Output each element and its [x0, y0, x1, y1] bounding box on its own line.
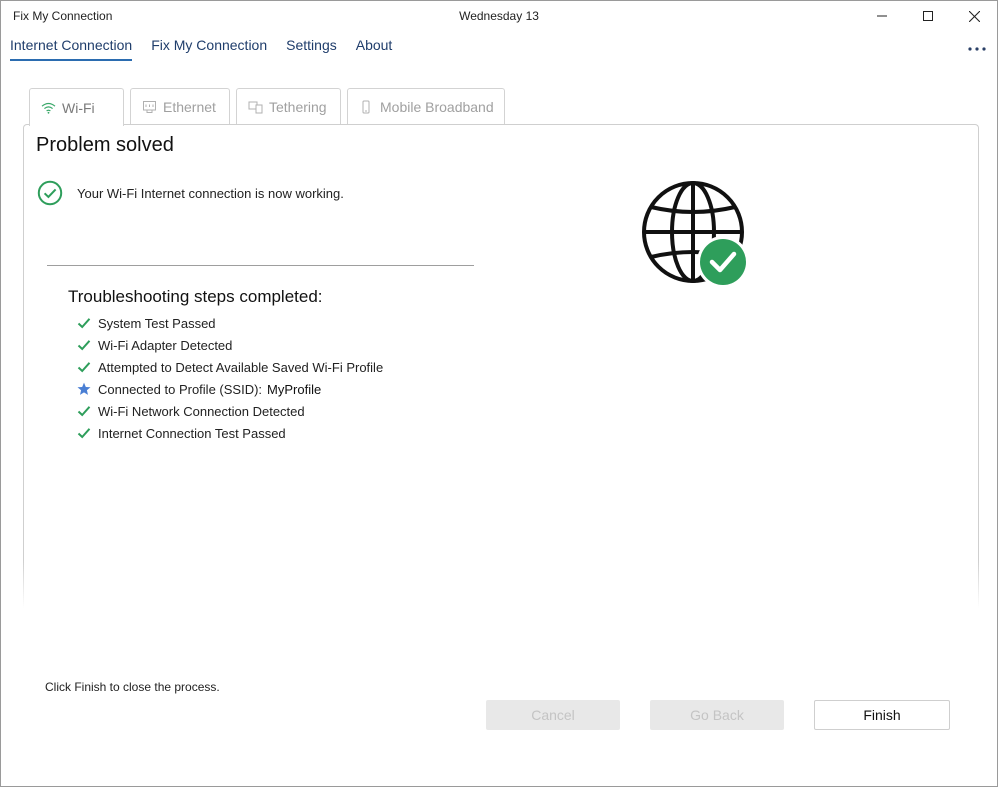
wifi-icon [40, 100, 56, 116]
step-item: Connected to Profile (SSID): MyProfile [76, 378, 383, 400]
cancel-button[interactable]: Cancel [486, 700, 620, 730]
main-nav: Internet Connection Fix My Connection Se… [10, 37, 392, 61]
tethering-icon [247, 99, 263, 115]
step-label: Wi-Fi Network Connection Detected [98, 403, 305, 419]
step-item: Wi-Fi Network Connection Detected [76, 400, 383, 422]
step-item: Internet Connection Test Passed [76, 422, 383, 444]
maximize-icon [923, 11, 933, 21]
check-circle-icon [37, 180, 63, 206]
tab-mobile-broadband[interactable]: Mobile Broadband [347, 88, 505, 124]
mobile-broadband-icon [358, 99, 374, 115]
divider [47, 265, 474, 266]
close-icon [968, 10, 980, 22]
nav-item-settings[interactable]: Settings [286, 37, 337, 61]
step-item: System Test Passed [76, 312, 383, 334]
tab-ethernet[interactable]: Ethernet [130, 88, 230, 124]
date-title: Wednesday 13 [459, 9, 539, 23]
app-window: Fix My Connection Wednesday 13 Internet … [0, 0, 998, 787]
status-row [37, 180, 63, 206]
go-back-button[interactable]: Go Back [650, 700, 784, 730]
tab-wifi-label: Wi-Fi [62, 99, 95, 116]
check-icon [76, 404, 91, 419]
step-label: Attempted to Detect Available Saved Wi-F… [98, 359, 384, 375]
nav-item-internet-connection[interactable]: Internet Connection [10, 37, 133, 61]
tab-tethering-label: Tethering [269, 98, 327, 115]
window-controls [859, 1, 997, 31]
check-icon [76, 360, 91, 375]
ethernet-icon [141, 99, 157, 115]
result-panel: Problem solved Your Wi-Fi Internet conne… [23, 124, 979, 615]
step-item: Wi-Fi Adapter Detected [76, 334, 383, 356]
step-label: Wi-Fi Adapter Detected [98, 337, 233, 353]
footer-note: Click Finish to close the process. [45, 680, 220, 694]
more-horizontal-icon [968, 47, 986, 51]
check-icon [76, 316, 91, 331]
finish-button[interactable]: Finish [814, 700, 950, 730]
close-button[interactable] [951, 1, 997, 31]
check-icon [76, 426, 91, 441]
globe-check-icon [642, 181, 749, 288]
steps-heading: Troubleshooting steps completed: [68, 287, 323, 306]
tab-tethering[interactable]: Tethering [236, 88, 341, 124]
check-icon [76, 338, 91, 353]
title-bar: Fix My Connection Wednesday 13 [1, 1, 997, 31]
nav-item-fix-my-connection[interactable]: Fix My Connection [151, 37, 267, 61]
more-options-button[interactable] [967, 39, 987, 59]
tab-mobile-broadband-label: Mobile Broadband [380, 98, 494, 115]
tab-wifi[interactable]: Wi-Fi [29, 88, 124, 126]
status-message: Your Wi-Fi Internet connection is now wo… [77, 186, 344, 201]
step-label: Internet Connection Test Passed [98, 425, 286, 441]
minimize-icon [877, 15, 887, 17]
steps-list: System Test Passed Wi-Fi Adapter Detecte… [76, 312, 383, 444]
nav-item-about[interactable]: About [356, 37, 393, 61]
maximize-button[interactable] [905, 1, 951, 31]
page-title: Problem solved [36, 134, 174, 156]
step-label: System Test Passed [98, 315, 216, 331]
panel-fade [23, 561, 979, 616]
tab-ethernet-label: Ethernet [163, 98, 216, 115]
step-item: Attempted to Detect Available Saved Wi-F… [76, 356, 383, 378]
ssid-value: MyProfile [267, 381, 322, 397]
minimize-button[interactable] [859, 1, 905, 31]
step-label: Connected to Profile (SSID): [98, 381, 263, 397]
star-icon [76, 382, 91, 397]
